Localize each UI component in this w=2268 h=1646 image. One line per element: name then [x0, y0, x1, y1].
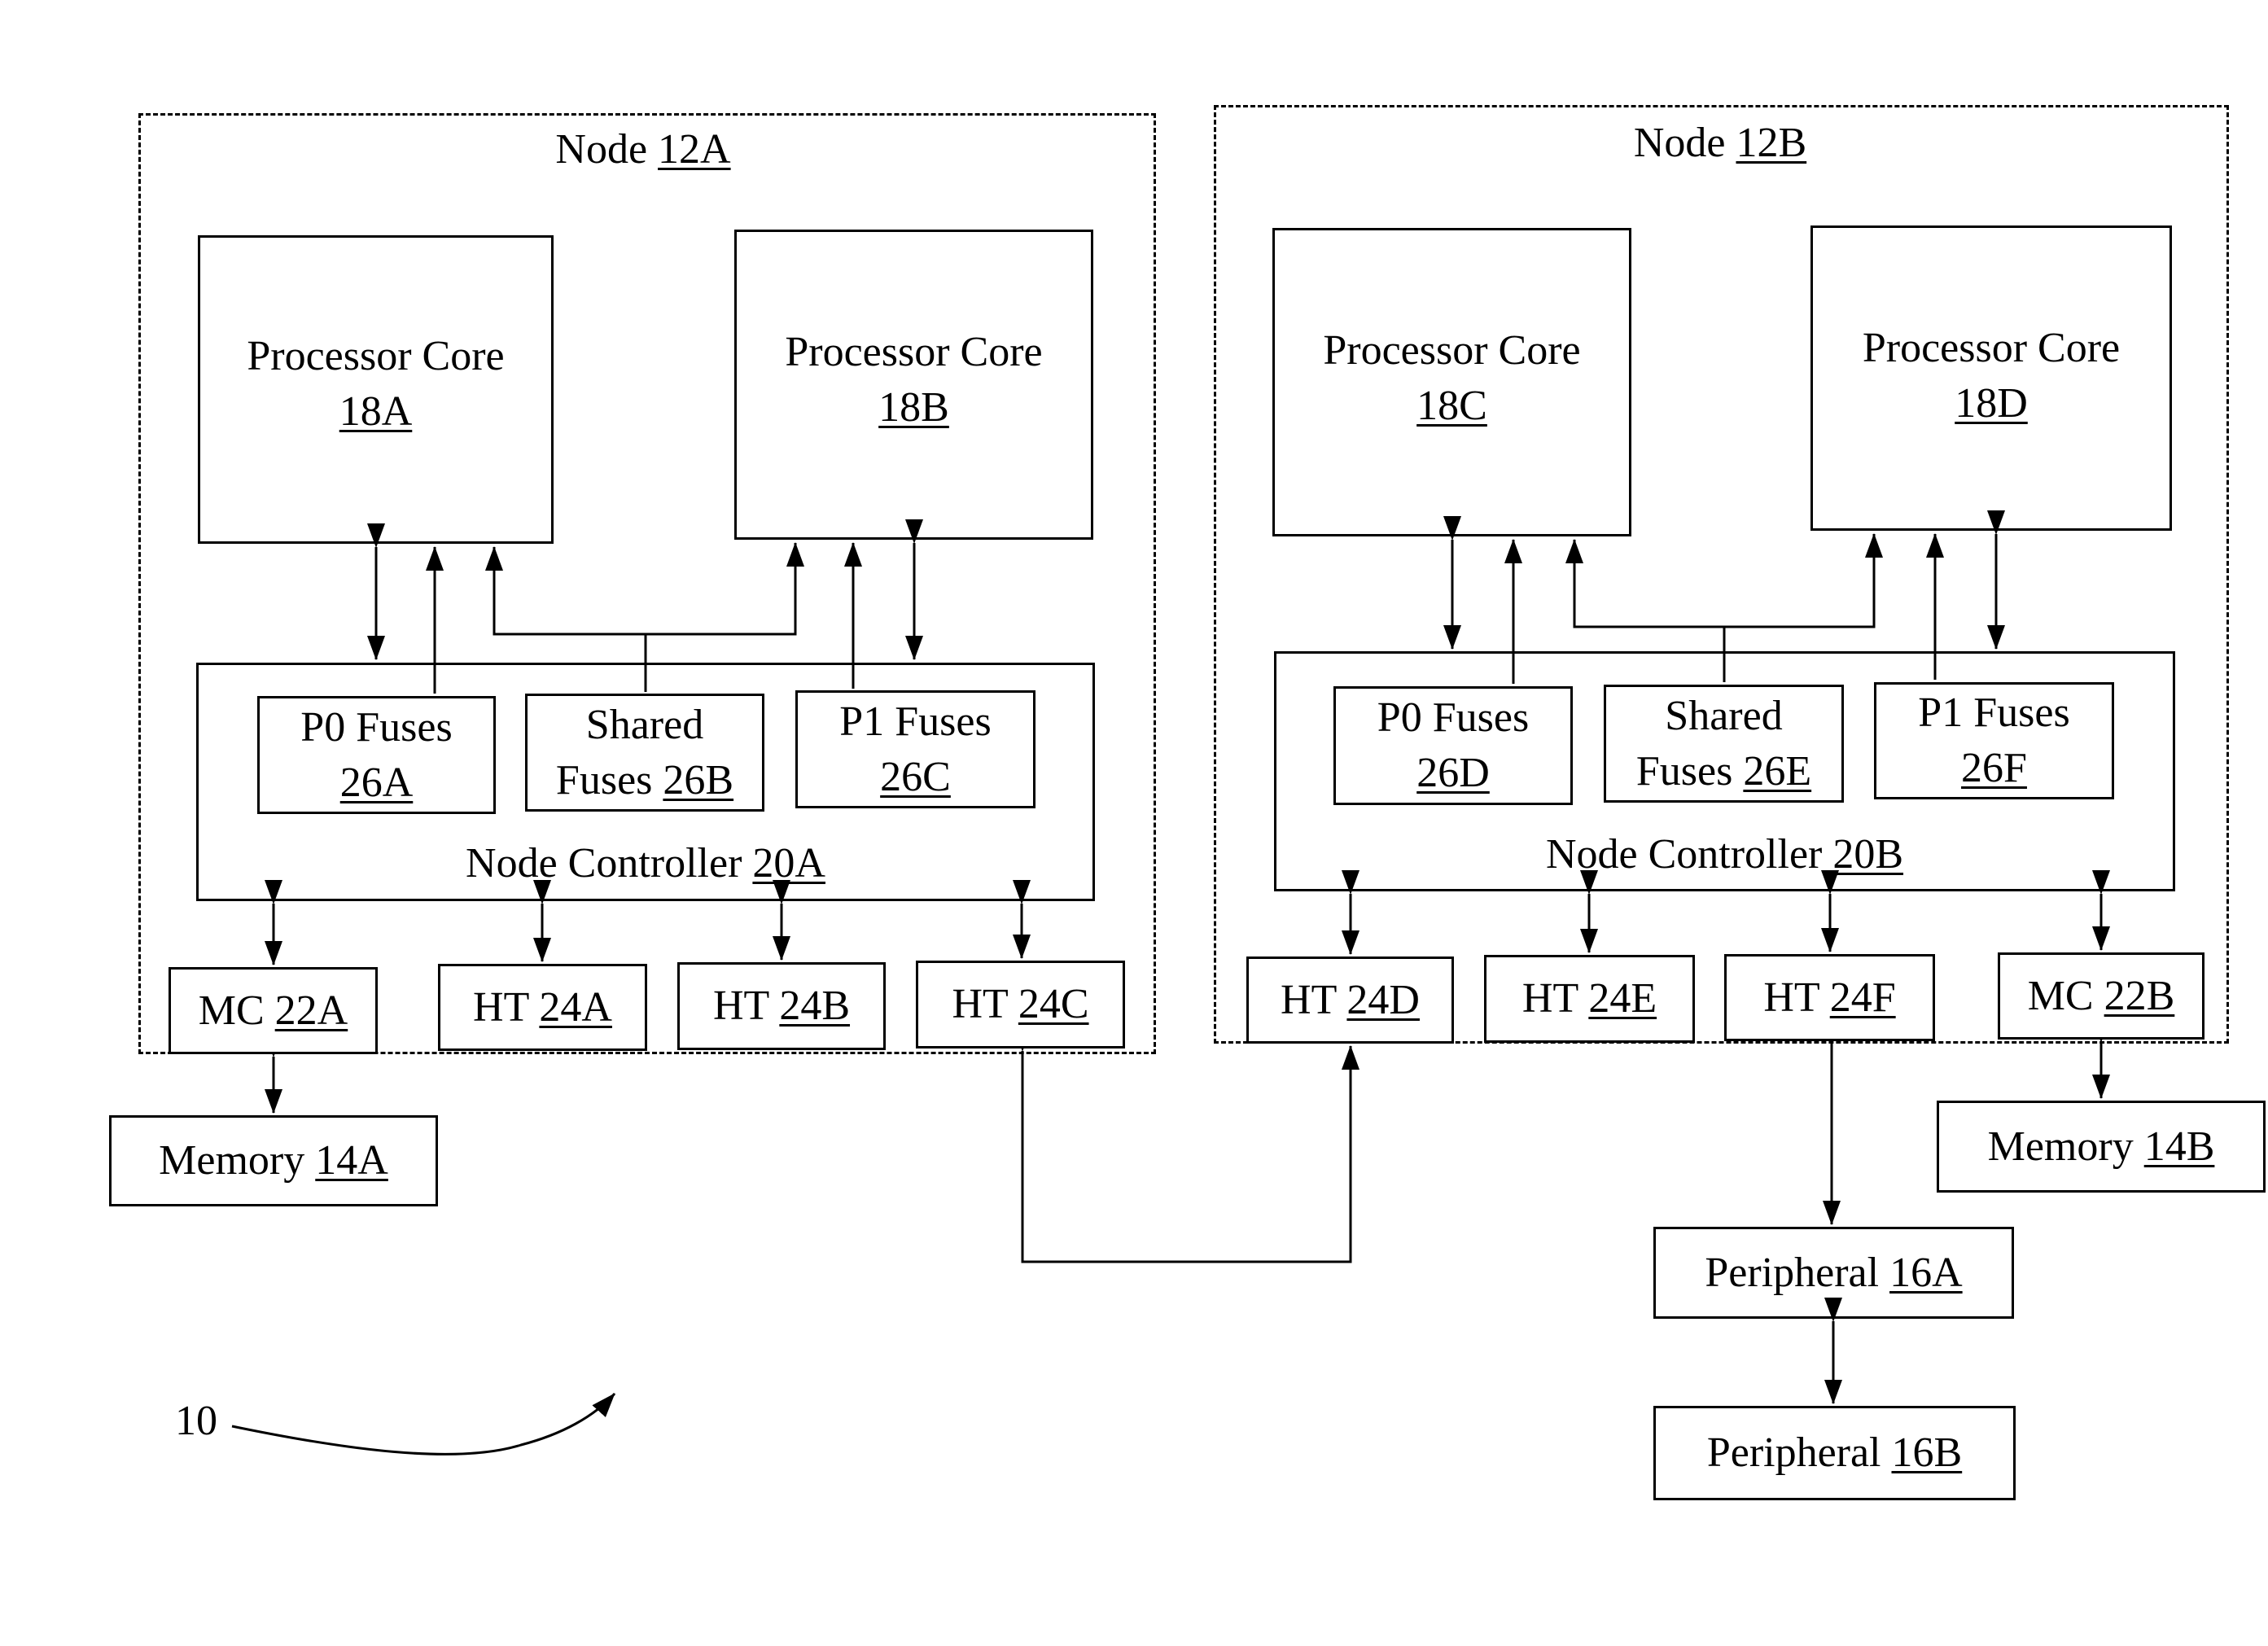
memory-14B: Memory 14B	[1937, 1101, 2266, 1193]
interface-HT-24F: HT 24F	[1724, 954, 1935, 1041]
peripheral-16A: Peripheral 16A	[1653, 1227, 2014, 1319]
core-ref: 18A	[339, 387, 413, 435]
node-12B-title: Node 12B	[1633, 120, 1807, 166]
processor-core-18A: Processor Core 18A	[198, 235, 554, 544]
fuses-26C: P1 Fuses 26C	[795, 690, 1035, 808]
interface-HT-24A: HT 24A	[438, 964, 647, 1051]
fuses-26B: Shared Fuses 26B	[525, 694, 764, 812]
core-label: Processor Core	[1323, 327, 1581, 374]
memory-14A: Memory 14A	[109, 1115, 438, 1206]
fuses-26A: P0 Fuses 26A	[257, 696, 496, 814]
interface-MC-22A: MC 22A	[169, 967, 378, 1054]
processor-core-18C: Processor Core 18C	[1272, 228, 1631, 536]
interface-HT-24D: HT 24D	[1246, 957, 1454, 1044]
controller-label: Node Controller	[1545, 831, 1823, 878]
core-ref: 18B	[878, 383, 949, 431]
fuses-26D: P0 Fuses 26D	[1333, 686, 1573, 805]
fuses-26F: P1 Fuses 26F	[1874, 682, 2114, 799]
peripheral-16B: Peripheral 16B	[1653, 1406, 2016, 1500]
core-label: Processor Core	[785, 329, 1043, 375]
node-12A-title: Node 12A	[555, 126, 731, 173]
processor-core-18D: Processor Core 18D	[1810, 225, 2172, 531]
core-label: Processor Core	[1862, 325, 2121, 371]
interface-HT-24E: HT 24E	[1484, 955, 1695, 1043]
reference-arrow	[231, 1393, 616, 1456]
link-24C-24D	[1014, 1027, 1359, 1263]
interface-HT-24C: HT 24C	[916, 961, 1125, 1048]
figure-reference-numeral: 10	[175, 1398, 217, 1444]
controller-label: Node Controller	[466, 840, 742, 886]
controller-ref: 20B	[1832, 831, 1904, 878]
interface-HT-24B: HT 24B	[677, 962, 886, 1050]
core-ref: 18C	[1416, 382, 1487, 429]
fuses-26E: Shared Fuses 26E	[1604, 685, 1844, 803]
interface-MC-22B: MC 22B	[1998, 952, 2205, 1040]
controller-ref: 20A	[752, 840, 825, 886]
core-ref: 18D	[1955, 379, 2028, 427]
processor-core-18B: Processor Core 18B	[734, 230, 1093, 540]
core-label: Processor Core	[247, 333, 505, 379]
